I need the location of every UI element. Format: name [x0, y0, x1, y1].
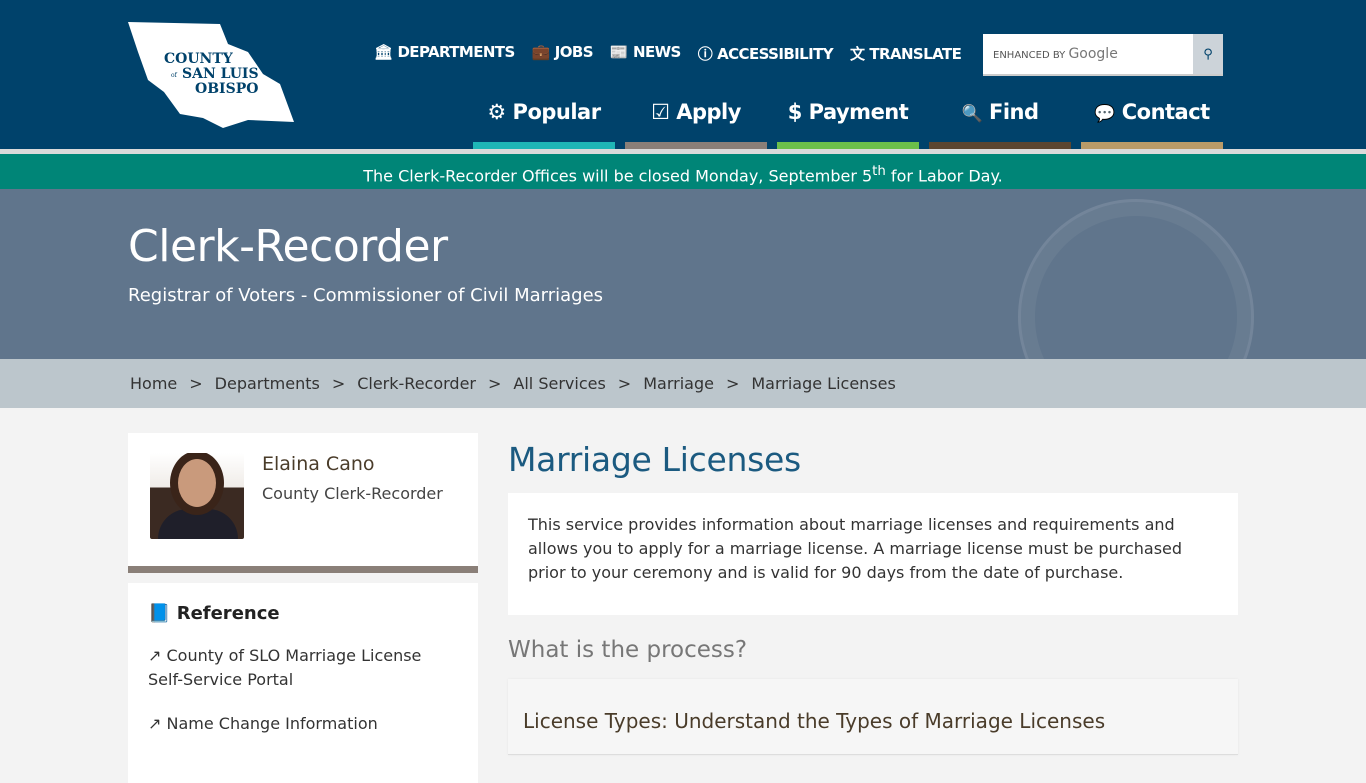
label: Payment: [808, 100, 909, 124]
reference-heading: Reference: [176, 603, 280, 624]
search-icon: ⚲: [1203, 46, 1213, 62]
utility-nav: 🏛 DEPARTMENTS 💼 JOBS 📰 NEWS ⓘ ACCESSIBILITY …: [374, 43, 962, 64]
external-link-icon: ↗: [148, 646, 162, 665]
newspaper-icon: 📰: [609, 43, 629, 61]
nav-popular[interactable]: ⚙ Popular: [473, 88, 615, 149]
enhanced-by: ENHANCED BY: [993, 50, 1066, 61]
svg-text:COUNTY: COUNTY: [164, 51, 234, 67]
accordion-license-types[interactable]: License Types: Understand the Types of M…: [508, 679, 1238, 755]
main-content: Marriage Licenses This service provides …: [508, 440, 1238, 755]
breadcrumb-home[interactable]: Home: [130, 374, 177, 393]
nav-find[interactable]: 🔍 Find: [929, 88, 1071, 149]
process-heading: What is the process?: [508, 637, 748, 663]
label: Popular: [512, 100, 602, 124]
main-nav: ⚙ Popular ☑ Apply $ Payment 🔍 Find 💬 Con…: [473, 88, 1223, 149]
bank-icon: 🏛: [374, 43, 393, 61]
util-news[interactable]: 📰 NEWS: [610, 43, 681, 64]
department-title: Clerk-Recorder: [128, 221, 448, 272]
accessibility-icon: ⓘ: [697, 45, 713, 63]
label: Contact: [1121, 100, 1211, 124]
search-button[interactable]: ⚲: [1193, 34, 1223, 74]
sep: >: [488, 374, 502, 393]
sep: >: [725, 374, 740, 393]
translate-icon: 文: [849, 45, 865, 63]
alert-text: The Clerk-Recorder Offices will be close…: [363, 166, 873, 186]
util-accessibility[interactable]: ⓘ ACCESSIBILITY: [697, 43, 834, 64]
briefcase-icon: 💼: [531, 43, 551, 61]
breadcrumb-current: Marriage Licenses: [751, 374, 896, 393]
chat-icon: 💬: [1094, 104, 1115, 124]
label: Find: [988, 100, 1039, 124]
alert-text-end: for Labor Day.: [885, 166, 1003, 186]
label: ACCESSIBILITY: [717, 45, 833, 63]
breadcrumb-services[interactable]: All Services: [513, 374, 605, 393]
label: Apply: [676, 100, 741, 124]
svg-text:of: of: [171, 72, 178, 79]
book-icon: 📘: [148, 603, 171, 624]
search-icon: 🔍: [961, 104, 983, 124]
nav-contact[interactable]: 💬 Contact: [1081, 88, 1223, 149]
department-subtitle: Registrar of Voters - Commissioner of Ci…: [128, 285, 604, 306]
reference-panel: 📘 Reference ↗ County of SLO Marriage Lic…: [128, 583, 478, 783]
label: County of SLO Marriage License Self-Serv…: [148, 646, 422, 689]
label: JOBS: [554, 43, 594, 61]
sidebar: Elaina Cano County Clerk-Recorder 📘 Refe…: [128, 433, 478, 783]
breadcrumb-departments[interactable]: Departments: [215, 374, 320, 393]
label: TRANSLATE: [869, 45, 962, 63]
util-jobs[interactable]: 💼 JOBS: [531, 43, 594, 64]
page-title: Marriage Licenses: [508, 440, 801, 479]
dollar-icon: $: [787, 100, 803, 124]
alert-sup: th: [872, 164, 886, 179]
official-name: Elaina Cano: [262, 453, 375, 475]
intro-text: This service provides information about …: [508, 493, 1238, 615]
util-departments[interactable]: 🏛 DEPARTMENTS: [374, 43, 515, 64]
checkbox-icon: ☑: [651, 100, 670, 124]
search-input[interactable]: ENHANCED BY Google: [983, 34, 1193, 74]
sep: >: [617, 374, 632, 393]
google-label: Google: [1068, 46, 1118, 62]
sep: >: [331, 374, 346, 393]
svg-text:SAN LUIS: SAN LUIS: [182, 66, 259, 82]
reference-link[interactable]: ↗ Name Change Information: [148, 712, 458, 736]
label: DEPARTMENTS: [397, 43, 515, 61]
county-logo[interactable]: COUNTY of SAN LUIS OBISPO: [128, 22, 294, 128]
gear-icon: ⚙: [487, 100, 506, 124]
nav-payment[interactable]: $ Payment: [777, 88, 919, 149]
svg-text:OBISPO: OBISPO: [195, 81, 258, 97]
util-translate[interactable]: 文 TRANSLATE: [849, 43, 962, 64]
hero: Clerk-Recorder Registrar of Voters - Com…: [0, 189, 1366, 359]
sep: >: [189, 374, 203, 393]
official-photo: [150, 453, 244, 539]
reference-link[interactable]: ↗ County of SLO Marriage License Self-Se…: [148, 644, 458, 692]
official-card: Elaina Cano County Clerk-Recorder: [128, 433, 478, 573]
search-box: ENHANCED BY Google ⚲: [983, 34, 1223, 76]
breadcrumb-clerk[interactable]: Clerk-Recorder: [357, 374, 476, 393]
site-header: COUNTY of SAN LUIS OBISPO 🏛 DEPARTMENTS 💼…: [0, 0, 1366, 149]
breadcrumb: Home > Departments > Clerk-Recorder > All S…: [0, 359, 1366, 408]
breadcrumb-marriage[interactable]: Marriage: [643, 374, 714, 393]
external-link-icon: ↗: [148, 714, 162, 733]
label: Name Change Information: [166, 714, 378, 733]
county-seal-watermark: [1018, 199, 1254, 359]
official-title: County Clerk-Recorder: [262, 484, 443, 503]
alert-banner: The Clerk-Recorder Offices will be close…: [0, 154, 1366, 189]
nav-apply[interactable]: ☑ Apply: [625, 88, 767, 149]
label: NEWS: [632, 43, 681, 61]
